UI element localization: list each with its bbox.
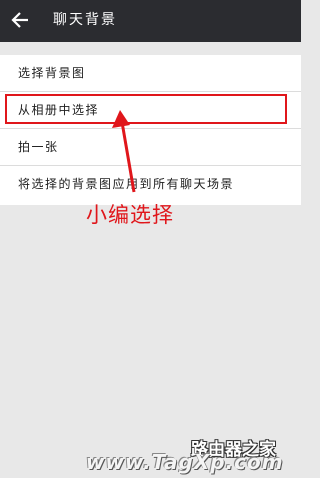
watermark-url: www.TagXp.com <box>86 450 284 474</box>
annotation-arrow-icon <box>112 110 136 193</box>
page-title: 聊天背景 <box>53 12 117 28</box>
back-arrow-icon[interactable] <box>10 7 32 33</box>
menu-item-label: 拍一张 <box>18 140 59 154</box>
annotation-label: 小编选择 <box>86 203 174 227</box>
menu-item-label: 选择背景图 <box>18 66 86 80</box>
menu-item-choose-background[interactable]: 选择背景图 <box>0 55 301 91</box>
app-header: 聊天背景 <box>0 0 301 42</box>
